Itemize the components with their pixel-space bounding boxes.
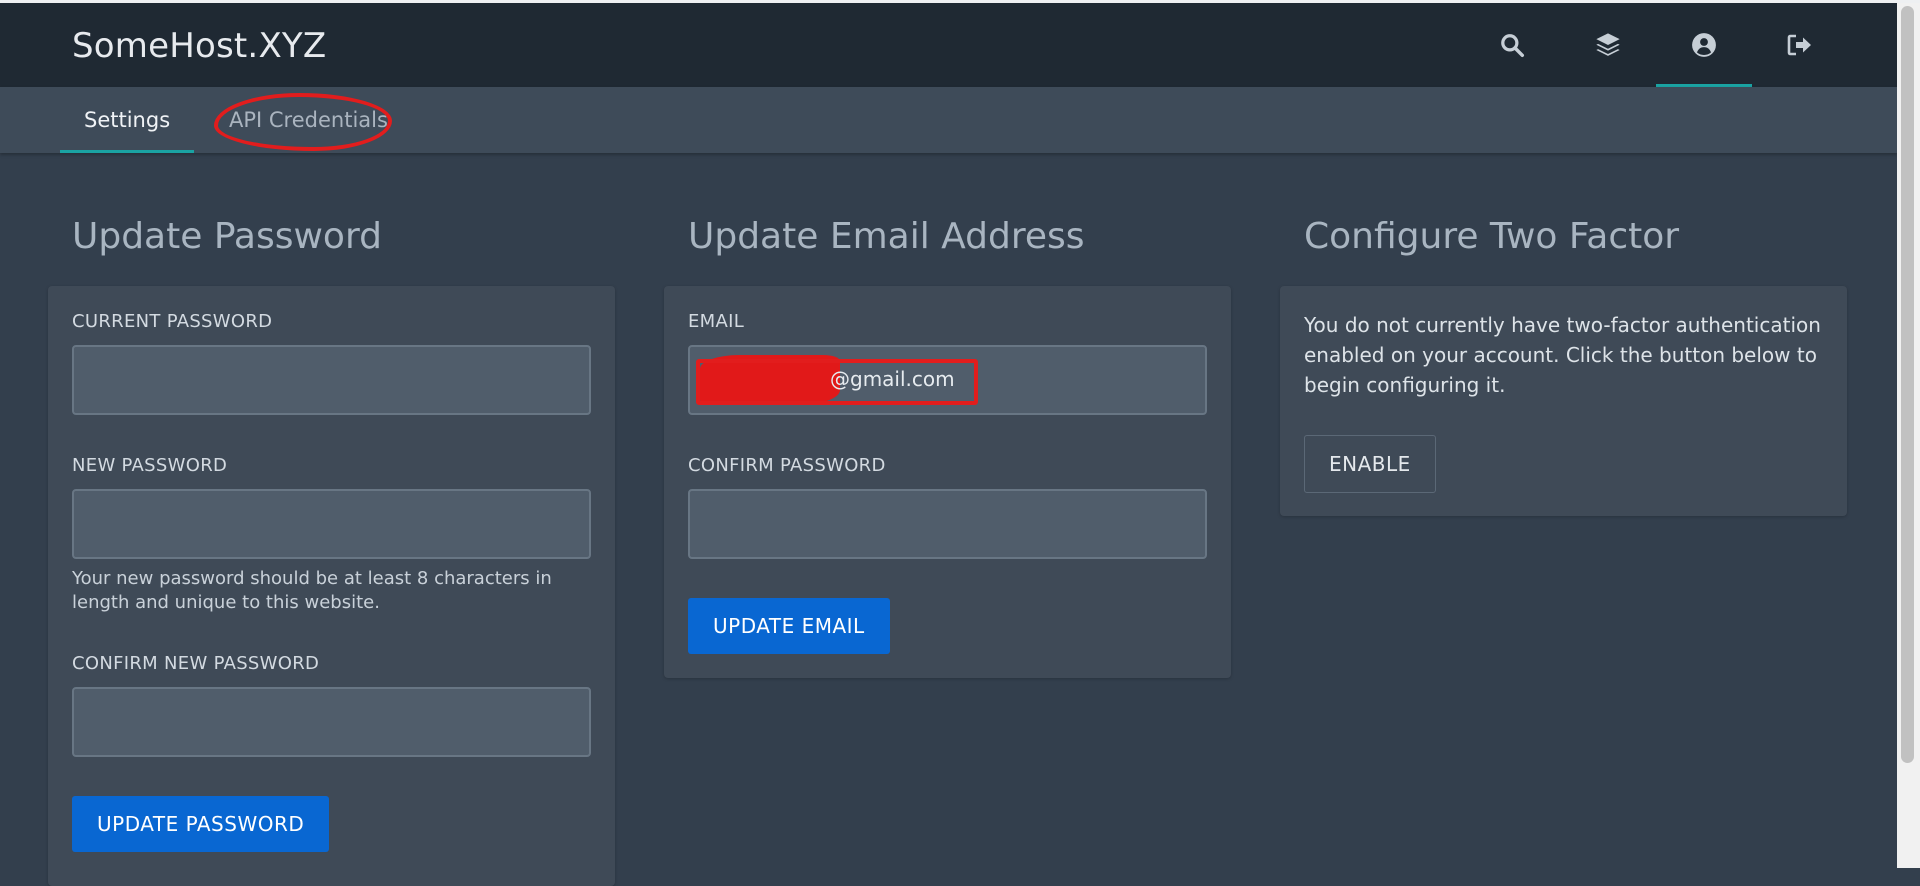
update-password-card: CURRENT PASSWORD NEW PASSWORD Your new p… [48, 286, 615, 886]
confirm-password-label: CONFIRM PASSWORD [688, 455, 886, 476]
email-annotation [696, 359, 978, 405]
top-navbar: SomeHost.XYZ [0, 3, 1897, 87]
confirm-password-input[interactable] [688, 489, 1207, 559]
layers-icon [1596, 33, 1620, 56]
update-email-title: Update Email Address [688, 216, 1085, 257]
account-circle-icon [1692, 33, 1716, 57]
search-button[interactable] [1464, 3, 1560, 87]
update-password-button[interactable]: UPDATE PASSWORD [72, 796, 330, 852]
email-input[interactable]: @gmail.com [688, 345, 1207, 415]
confirm-new-password-input[interactable] [72, 687, 591, 757]
new-password-label: NEW PASSWORD [72, 455, 228, 476]
update-password-title: Update Password [72, 216, 382, 257]
update-email-card: EMAIL @gmail.com CONFIRM PASSWORD UPDATE… [664, 286, 1231, 678]
two-factor-title: Configure Two Factor [1304, 216, 1680, 257]
api-credentials-annotation [214, 93, 392, 151]
account-button[interactable] [1656, 3, 1752, 87]
two-factor-description: You do not currently have two-factor aut… [1304, 313, 1821, 397]
password-hint: Your new password should be at least 8 c… [72, 568, 552, 613]
confirm-new-password-label: CONFIRM NEW PASSWORD [72, 653, 320, 674]
current-password-label: CURRENT PASSWORD [72, 311, 273, 332]
scrollbar-thumb[interactable] [1901, 6, 1914, 763]
new-password-input[interactable] [72, 489, 591, 559]
enable-two-factor-button[interactable]: ENABLE [1304, 435, 1436, 493]
sign-out-icon [1787, 34, 1811, 56]
search-icon [1501, 34, 1525, 58]
brand-title[interactable]: SomeHost.XYZ [72, 26, 326, 66]
update-email-button[interactable]: UPDATE EMAIL [688, 598, 890, 654]
logout-button[interactable] [1752, 3, 1848, 87]
two-factor-card: You do not currently have two-factor aut… [1280, 286, 1847, 516]
servers-button[interactable] [1560, 3, 1656, 87]
email-label: EMAIL [688, 311, 745, 332]
tab-settings[interactable]: Settings [59, 87, 195, 153]
current-password-input[interactable] [72, 345, 591, 415]
